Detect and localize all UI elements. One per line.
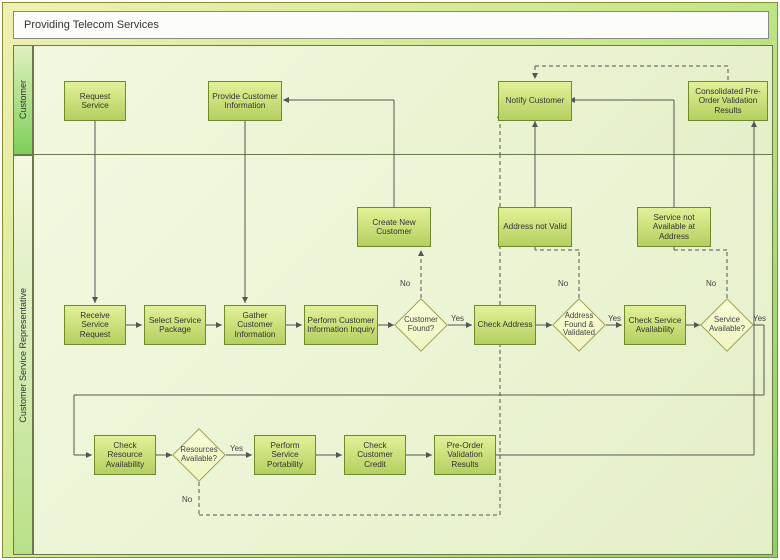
lane-header-csr: Customer Service Representative: [13, 155, 33, 555]
task-request-service: Request Service: [64, 81, 126, 121]
task-provide-info: Provide Customer Information: [208, 81, 282, 121]
task-gather-info: Gather Customer Information: [224, 305, 286, 345]
label-no-2: No: [558, 279, 568, 288]
label-no-3: No: [706, 279, 716, 288]
lane-header-customer: Customer: [13, 45, 33, 155]
task-check-resource: Check Resource Availability: [94, 435, 156, 475]
task-consolidated: Consolidated Pre-Order Validation Result…: [688, 81, 768, 121]
lane-body-customer: Request Service Provide Customer Informa…: [33, 45, 773, 155]
task-create-customer: Create New Customer: [357, 207, 431, 247]
label-yes-4: Yes: [230, 444, 243, 453]
page-title: Providing Telecom Services: [13, 11, 769, 39]
gateway-addr-validated: Address Found & Validated: [552, 298, 606, 352]
label-yes-2: Yes: [608, 314, 621, 323]
label-yes-1: Yes: [451, 314, 464, 323]
task-addr-not-valid: Address not Valid: [498, 207, 572, 247]
lane-label-customer: Customer: [18, 80, 28, 119]
task-perform-inquiry: Perform Customer Information Inquiry: [304, 305, 378, 345]
task-check-credit: Check Customer Credit: [344, 435, 406, 475]
label-no-1: No: [400, 279, 410, 288]
task-perform-port: Perform Service Portability: [254, 435, 316, 475]
task-receive-request: Receive Service Request: [64, 305, 126, 345]
task-select-package: Select Service Package: [144, 305, 206, 345]
lane-body-csr: Create New Customer Address not Valid Se…: [33, 155, 773, 555]
task-preorder-results: Pre-Order Validation Results: [434, 435, 496, 475]
gateway-customer-found: Customer Found?: [394, 298, 448, 352]
label-yes-3: Yes: [753, 314, 766, 323]
task-svc-not-avail: Service not Available at Address: [637, 207, 711, 247]
gateway-resources-avail: Resources Available?: [172, 428, 226, 482]
label-no-4: No: [182, 495, 192, 504]
swimlane-pool: Customer Customer Service Representative: [13, 45, 773, 555]
gateway-service-avail: Service Available?: [700, 298, 754, 352]
edges-customer: [34, 46, 774, 156]
diagram-frame: Providing Telecom Services Customer Cust…: [2, 2, 778, 558]
task-notify-customer: Notify Customer: [498, 81, 572, 121]
task-check-address: Check Address: [474, 305, 536, 345]
lane-label-csr: Customer Service Representative: [18, 288, 28, 423]
task-check-service: Check Service Availability: [624, 305, 686, 345]
